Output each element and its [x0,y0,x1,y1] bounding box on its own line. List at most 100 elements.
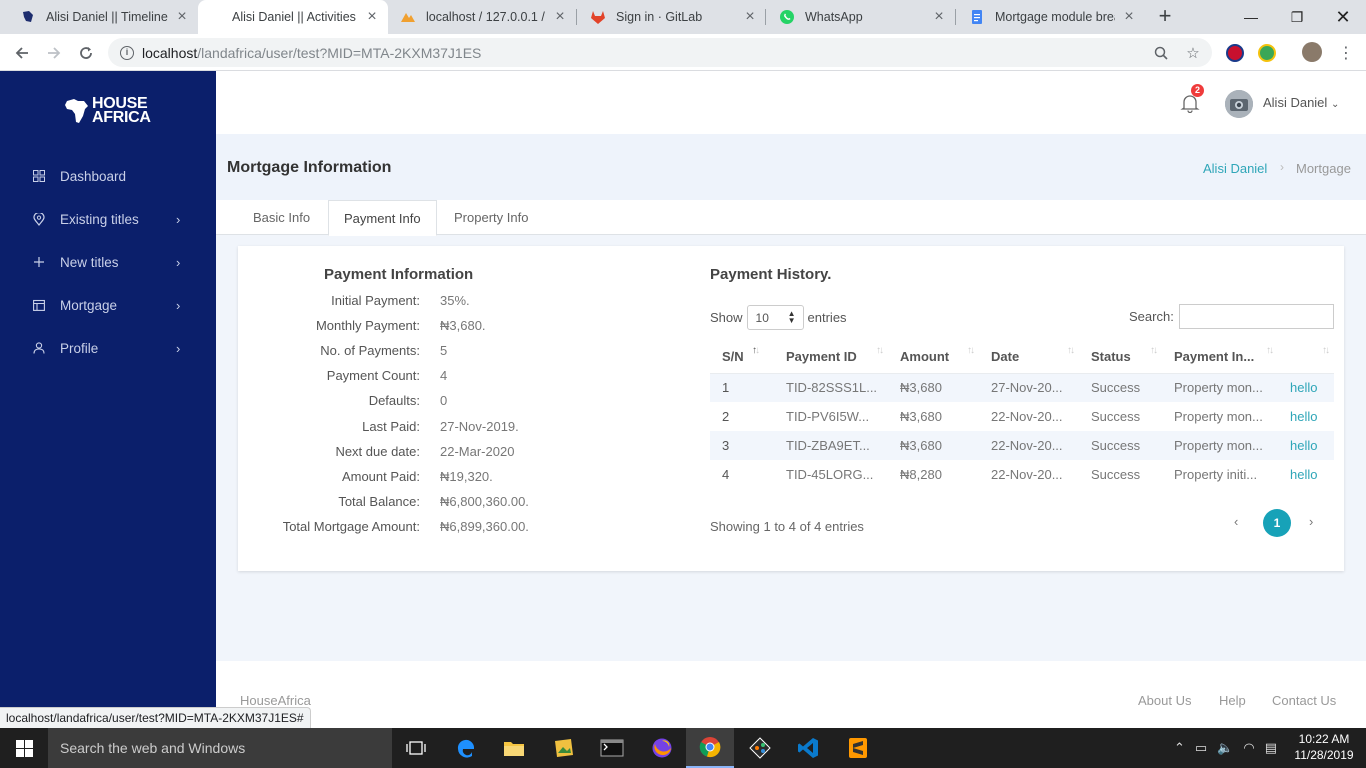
browser-tab-whatsapp[interactable]: WhatsApp × [767,0,955,34]
user-avatar[interactable] [1225,90,1253,118]
back-button[interactable] [10,41,34,65]
column-header-action[interactable]: ↑↓ [1278,340,1334,374]
tab-basic-info[interactable]: Basic Info [238,200,325,235]
menu-dots-icon[interactable]: ⋮ [1334,41,1358,65]
page-length-select[interactable]: 10 ▲ ▼ [746,305,804,330]
sidebar-item-dashboard[interactable]: Dashboard [0,156,216,196]
browser-tab-phpmyadmin[interactable]: localhost / 127.0.0.1 / la × [388,0,576,34]
battery-icon[interactable]: ▭ [1195,740,1207,756]
browser-tab-timeline[interactable]: Alisi Daniel || Timeline × [8,0,198,34]
footer-link-help[interactable]: Help [1219,693,1246,708]
house-africa-logo[interactable]: HOUSE AFRICA [64,96,151,126]
close-icon[interactable]: × [1121,9,1137,25]
pagination-previous-icon[interactable]: ‹ [1234,514,1238,529]
browser-tab-docs[interactable]: Mortgage module brea × [957,0,1145,34]
window-close-button[interactable]: ✕ [1320,0,1366,34]
chevron-down-icon: ⌄ [1330,99,1340,110]
pagination-page-1[interactable]: 1 [1263,509,1291,537]
payment-info-row: Defaults: 0 [238,393,678,413]
zoom-icon[interactable] [1152,44,1170,62]
tab-property-info[interactable]: Property Info [439,200,543,235]
breadcrumb-home-link[interactable]: Alisi Daniel [1203,161,1267,176]
sort-asc-icon: ↑↓ [752,345,760,356]
extension-icon[interactable] [1226,44,1244,62]
terminal-icon[interactable] [588,728,636,768]
address-bar[interactable]: i localhost/landafrica/user/test?MID=MTA… [108,38,1212,67]
cell-date: 22-Nov-20... [991,409,1063,424]
action-center-icon[interactable]: ▤ [1265,740,1277,756]
chevron-up-icon[interactable]: ⌃ [1174,740,1185,756]
search-input[interactable] [1178,304,1334,329]
sidebar-item-mortgage[interactable]: Mortgage › [0,285,216,325]
minimize-button[interactable]: — [1228,0,1274,34]
new-tab-button[interactable]: + [1153,5,1177,29]
task-view-icon[interactable] [392,728,440,768]
sidebar-item-label: Dashboard [60,168,127,184]
cell-payment-info: Property initi... [1174,467,1258,482]
edge-browser-icon[interactable] [442,728,490,768]
column-header-sn[interactable]: S/N ↑↓ [710,340,774,374]
reload-button[interactable] [74,41,98,65]
pagination-next-icon[interactable]: › [1309,514,1313,529]
tab-label: localhost / 127.0.0.1 / la [426,10,546,24]
footer-link-contact[interactable]: Contact Us [1272,693,1336,708]
close-icon[interactable]: × [552,9,568,25]
column-header-status[interactable]: Status ↑↓ [1079,340,1162,374]
sublime-text-icon[interactable] [834,728,882,768]
footer-link-about[interactable]: About Us [1138,693,1191,708]
cell-action-link[interactable]: hello [1278,402,1334,431]
vscode-icon[interactable] [784,728,832,768]
info-icon[interactable]: i [120,45,134,60]
file-explorer-icon[interactable] [490,728,538,768]
cell-action-link[interactable]: hello [1278,373,1334,402]
user-icon [33,342,45,354]
bookmark-star-icon[interactable]: ☆ [1184,44,1202,62]
footer: HouseAfrica About Us Help Contact Us [216,661,1366,728]
column-header-payment-id[interactable]: Payment ID ↑↓ [774,340,888,374]
taskbar-clock[interactable]: 10:22 AM 11/28/2019 [1290,731,1358,763]
payment-history-table: S/N ↑↓ Payment ID ↑↓ Amount ↑↓ Date ↑↓ Statu… [710,340,1334,489]
sort-icon: ↑↓ [1150,345,1158,356]
windows-start-button[interactable] [0,728,48,768]
page-length-control: Show 10 ▲ ▼ entries [710,305,847,330]
extension-icon[interactable] [1258,44,1276,62]
table-row: 4 TID-45LORG... ₦8,280 22-Nov-20... Success P… [710,460,1334,489]
sidebar-item-existing-titles[interactable]: Existing titles › [0,199,216,239]
footer-brand: HouseAfrica [240,693,311,708]
user-menu-toggle[interactable]: Alisi Daniel ⌄ [1263,95,1339,110]
restore-button[interactable]: ❐ [1274,0,1320,34]
gitkraken-icon[interactable] [736,728,784,768]
browser-tab-activities[interactable]: Alisi Daniel || Activities × [198,0,388,34]
cell-action-link[interactable]: hello [1278,431,1334,460]
reload-icon [80,47,92,59]
close-icon[interactable]: × [931,9,947,25]
cell-status: Success [1091,409,1141,424]
sidebar-item-new-titles[interactable]: New titles › [0,242,216,282]
close-icon[interactable]: × [364,9,380,25]
photos-app-icon[interactable] [540,728,588,768]
cell-payment-id: TID-82SSS1L... [774,373,888,402]
close-icon[interactable]: × [174,9,190,25]
sort-icon: ↑↓ [1266,345,1274,356]
browser-tab-gitlab[interactable]: Sign in · GitLab × [578,0,766,34]
cell-payment-id: TID-ZBA9ET... [774,431,888,460]
tab-payment-info[interactable]: Payment Info [328,200,437,236]
sidebar-item-label: Profile [60,340,99,356]
close-icon[interactable]: × [742,9,758,25]
column-header-amount[interactable]: Amount ↑↓ [888,340,979,374]
sort-icon: ↑↓ [1067,345,1075,356]
column-header-payment-info[interactable]: Payment In... ↑↓ [1162,340,1278,374]
wifi-icon[interactable]: ◠ [1243,740,1254,756]
volume-icon[interactable]: 🔈 [1217,740,1233,756]
sidebar-item-profile[interactable]: Profile › [0,328,216,368]
cell-action-link[interactable]: hello [1278,460,1334,489]
profile-avatar[interactable] [1302,42,1322,62]
firefox-icon[interactable] [638,728,686,768]
url-host: localhost [142,44,198,61]
taskbar-search-box[interactable]: Search the web and Windows [48,728,392,768]
payment-info-label: Last Paid: [362,418,420,434]
cell-payment-info: Property mon... [1174,409,1263,424]
chrome-icon[interactable] [686,728,734,768]
column-header-date[interactable]: Date ↑↓ [979,340,1079,374]
forward-button[interactable] [42,41,66,65]
